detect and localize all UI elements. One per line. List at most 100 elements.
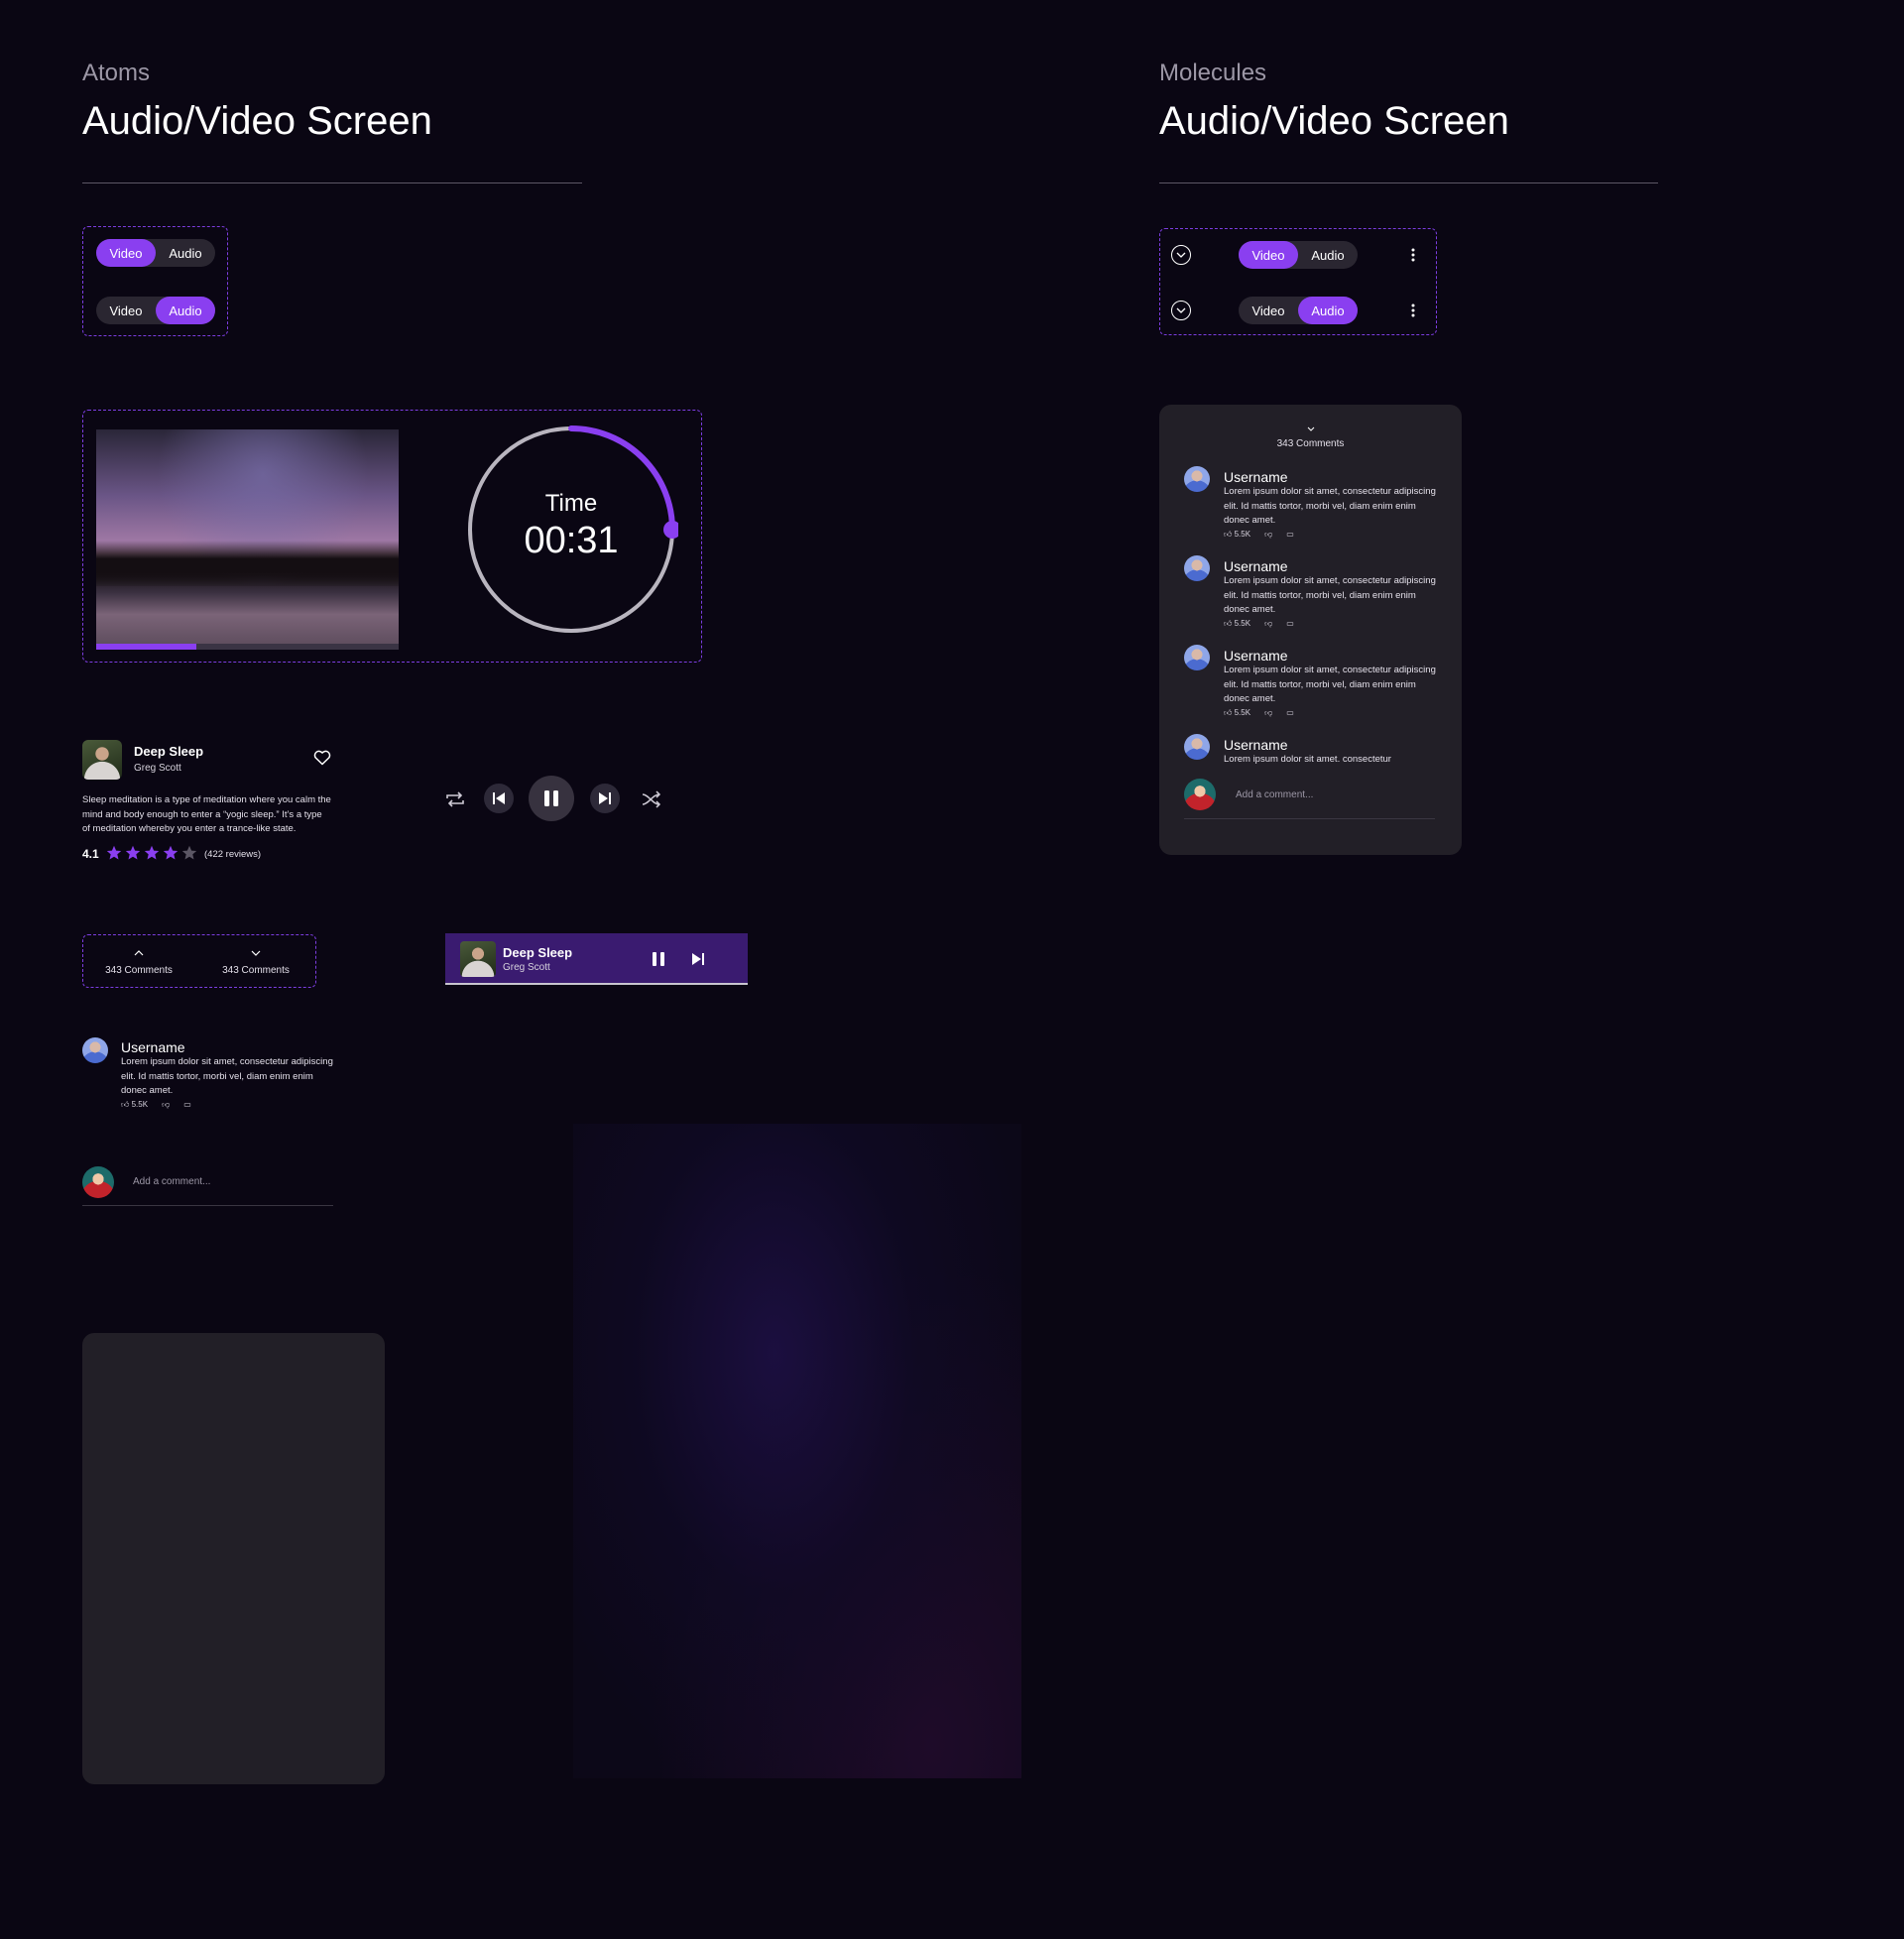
comment-username: Username — [1224, 737, 1288, 753]
atoms-toggle-frame: Video Audio Video Audio — [82, 226, 228, 336]
comment-item: Username Lorem ipsum dolor sit amet, con… — [1224, 558, 1440, 629]
atoms-divider — [82, 182, 582, 183]
toggle-video-option[interactable]: Video — [1239, 241, 1298, 269]
toggle-video-option[interactable]: Video — [96, 239, 156, 267]
video-progress-fill — [96, 644, 196, 650]
avatar — [1184, 555, 1210, 581]
comments-count-label: 343 Comments — [105, 965, 173, 976]
add-comment-underline — [82, 1205, 333, 1206]
star-filled-icon — [106, 845, 122, 860]
collapse-button[interactable] — [1171, 301, 1191, 320]
reply-icon[interactable]: ▭ — [1286, 708, 1294, 717]
track-title: Deep Sleep — [134, 744, 204, 759]
reply-icon[interactable]: ▭ — [1286, 530, 1294, 539]
previous-button[interactable] — [484, 784, 514, 813]
more-options-icon[interactable] — [1403, 301, 1423, 320]
reply-icon[interactable]: ▭ — [1286, 619, 1294, 628]
rating-stars — [106, 845, 197, 861]
chevron-up-icon — [134, 950, 144, 956]
video-audio-toggle-audio-active: Video Audio — [1239, 297, 1358, 324]
mini-next-button[interactable] — [691, 952, 705, 971]
comment-body: Lorem ipsum dolor sit amet, consectetur … — [1224, 575, 1436, 615]
molecules-kicker: Molecules — [1159, 60, 1267, 86]
video-audio-toggle-video-active: Video Audio — [96, 239, 215, 267]
comment-actions: 👍︎ 5.5K 👎︎ ▭ — [1224, 619, 1440, 629]
toggle-video-option[interactable]: Video — [1239, 297, 1298, 324]
timer-label: Time — [544, 490, 598, 517]
comments-panel-header[interactable]: 343 Comments — [1159, 419, 1462, 449]
repeat-icon[interactable] — [444, 789, 466, 814]
star-filled-icon — [144, 845, 160, 860]
comments-collapse-toggle[interactable]: 343 Comments — [194, 943, 317, 976]
dislike-icon[interactable]: 👎︎ — [162, 1100, 170, 1110]
player-header-frame: Video Audio Video Audio — [1159, 228, 1437, 335]
dislike-icon[interactable]: 👎︎ — [1264, 708, 1272, 718]
dislike-icon[interactable]: 👎︎ — [1264, 530, 1272, 540]
track-artwork — [82, 740, 122, 780]
avatar — [1184, 645, 1210, 670]
mini-pause-button[interactable] — [652, 952, 665, 971]
gradient-background — [573, 1124, 1021, 1778]
comment-item: Username Lorem ipsum dolor sit amet, con… — [1224, 648, 1440, 718]
comment-item: Username Lorem ipsum dolor sit amet, con… — [121, 1039, 339, 1110]
toggle-audio-option[interactable]: Audio — [1298, 297, 1358, 324]
like-action[interactable]: 👍︎ 5.5K — [1224, 530, 1250, 540]
chevron-down-icon — [1307, 426, 1314, 431]
like-count: 5.5K — [1234, 707, 1251, 717]
toggle-audio-option[interactable]: Audio — [156, 239, 215, 267]
next-button[interactable] — [590, 784, 620, 813]
video-audio-toggle-audio-active: Video Audio — [96, 297, 215, 324]
like-action[interactable]: 👍︎ 5.5K — [1224, 619, 1250, 629]
add-comment-underline — [1184, 818, 1435, 819]
comments-count-label: 343 Comments — [1276, 438, 1345, 449]
comment-actions: 👍︎ 5.5K 👎︎ ▭ — [1224, 530, 1440, 540]
next-icon — [692, 953, 704, 965]
toggle-video-option[interactable]: Video — [96, 297, 156, 324]
molecules-divider — [1159, 182, 1658, 183]
chevron-down-icon — [251, 950, 261, 956]
like-action[interactable]: 👍︎ 5.5K — [1224, 708, 1250, 718]
next-icon — [599, 792, 611, 804]
mini-player[interactable]: Deep Sleep Greg Scott — [445, 933, 748, 985]
like-count: 5.5K — [1234, 618, 1251, 628]
comment-body: Lorem ipsum dolor sit amet. consectetur — [1224, 754, 1391, 765]
comment-body: Lorem ipsum dolor sit amet, consectetur … — [121, 1056, 333, 1096]
avatar — [1184, 779, 1216, 810]
avatar — [1184, 734, 1210, 760]
comments-expand-toggle[interactable]: 343 Comments — [83, 943, 194, 976]
mini-player-progress — [445, 983, 748, 985]
comment-username: Username — [121, 1039, 185, 1055]
atoms-title: Audio/Video Screen — [82, 99, 432, 143]
add-comment-input[interactable]: Add a comment... — [133, 1176, 210, 1187]
like-action[interactable]: 👍︎ 5.5K — [121, 1100, 148, 1110]
play-pause-button[interactable] — [529, 776, 574, 821]
comment-username: Username — [1224, 648, 1288, 664]
add-comment-input[interactable]: Add a comment... — [1236, 789, 1313, 800]
more-options-icon[interactable] — [1403, 245, 1423, 265]
molecules-title: Audio/Video Screen — [1159, 99, 1509, 143]
video-progress-track[interactable] — [96, 644, 399, 650]
dislike-icon[interactable]: 👎︎ — [1264, 619, 1272, 629]
toggle-audio-option[interactable]: Audio — [1298, 241, 1358, 269]
collapse-button[interactable] — [1171, 245, 1191, 265]
avatar — [1184, 466, 1210, 492]
reply-icon[interactable]: ▭ — [183, 1100, 191, 1109]
pause-icon — [653, 952, 664, 966]
mini-player-artwork — [460, 941, 496, 977]
video-thumbnail[interactable] — [96, 429, 399, 650]
track-description: Sleep meditation is a type of meditation… — [82, 794, 331, 834]
comment-actions: 👍︎ 5.5K 👎︎ ▭ — [121, 1100, 339, 1110]
comment-item: Username Lorem ipsum dolor sit amet. con… — [1224, 737, 1440, 768]
reviews-count: (422 reviews) — [204, 849, 262, 860]
star-empty-icon — [181, 845, 197, 860]
chevron-down-icon — [1176, 252, 1186, 258]
comment-body: Lorem ipsum dolor sit amet, consectetur … — [1224, 665, 1436, 704]
mini-player-artist: Greg Scott — [503, 962, 550, 973]
shuffle-icon[interactable] — [641, 790, 662, 813]
previous-icon — [493, 792, 505, 804]
heart-icon[interactable] — [313, 750, 331, 771]
toggle-audio-option[interactable]: Audio — [156, 297, 215, 324]
star-filled-icon — [125, 845, 141, 860]
star-filled-icon — [163, 845, 178, 860]
timer-ring: Time 00:31 — [464, 423, 681, 637]
